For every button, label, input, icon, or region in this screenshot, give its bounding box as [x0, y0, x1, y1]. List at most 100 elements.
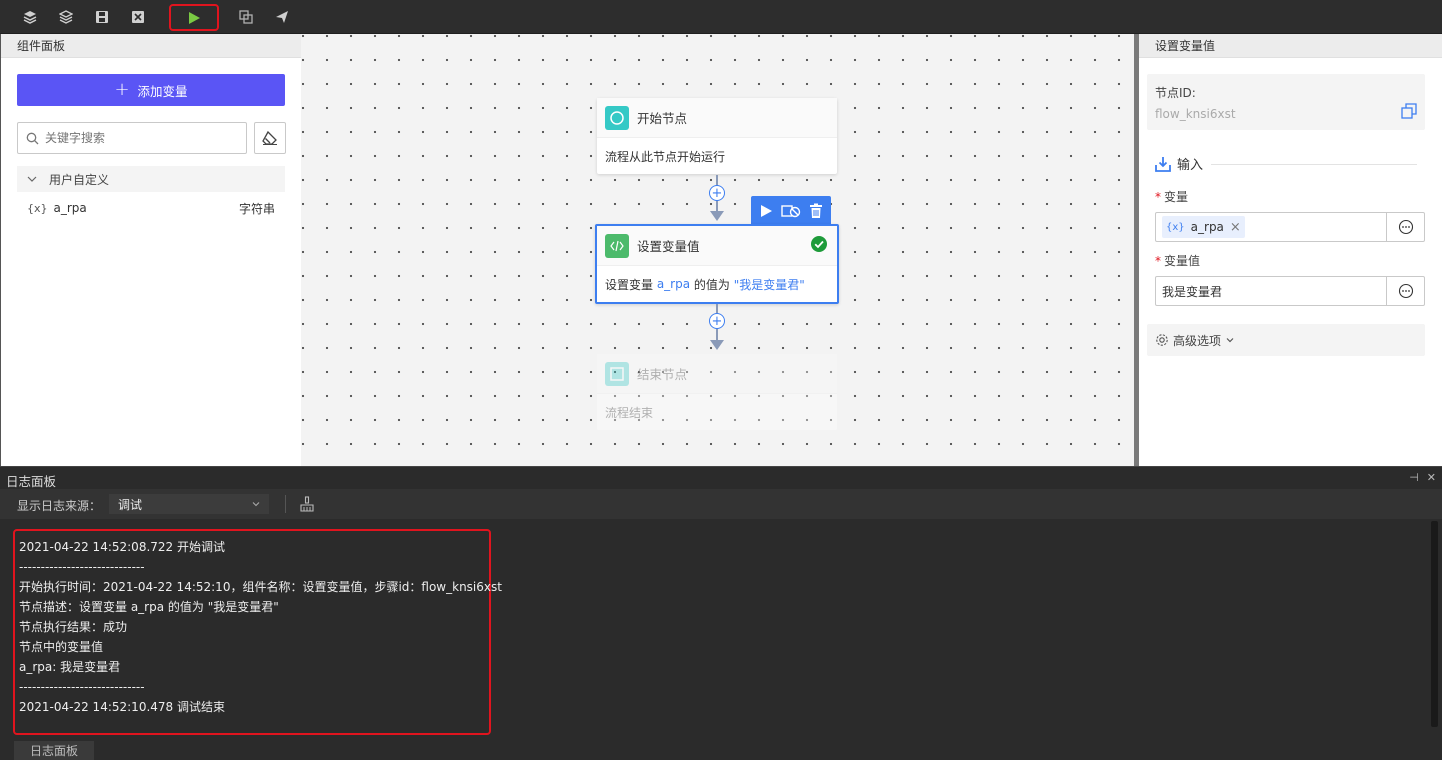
layers-icon[interactable]	[17, 5, 43, 29]
log-toolbar: 显示日志来源： 调试	[0, 489, 1442, 519]
copy-icon[interactable]	[233, 5, 259, 29]
tab-log-panel[interactable]: 日志面板	[14, 741, 95, 760]
log-line: 2021-04-22 14:52:08.722 开始调试	[19, 540, 225, 554]
log-line: 开始执行时间：2021-04-22 14:52:10，组件名称：设置变量值，步骤…	[19, 580, 502, 594]
node-id-box: 节点ID: flow_knsi6xst	[1147, 74, 1425, 130]
value-field-label: * 变量值	[1155, 254, 1201, 268]
close-box-icon[interactable]	[125, 5, 151, 29]
start-node-title: 开始节点	[637, 111, 688, 126]
start-node-description: 流程从此节点开始运行	[605, 149, 726, 164]
log-line: -----------------------------	[19, 560, 145, 574]
search-icon	[26, 132, 39, 144]
run-icon	[189, 11, 200, 24]
search-input[interactable]	[45, 131, 225, 145]
end-node-description: 流程结束	[605, 405, 654, 420]
layers-alt-icon[interactable]	[53, 5, 79, 29]
desc-variable: a_rpa	[656, 277, 691, 291]
pin-icon[interactable]: ⊣	[1409, 471, 1419, 484]
node-id-label: 节点ID:	[1155, 86, 1196, 100]
add-node-plus-icon[interactable]: +	[709, 185, 725, 201]
advanced-options-toggle[interactable]: 高级选项	[1147, 324, 1425, 356]
log-source-select[interactable]: 调试	[109, 494, 269, 514]
end-node-title: 结束节点	[637, 367, 688, 382]
success-check-icon	[811, 236, 827, 255]
desc-middle: 的值为	[690, 277, 734, 292]
log-footer: 日志面板	[0, 741, 1442, 760]
flow-canvas[interactable]: 开始节点 流程从此节点开始运行 + 设置变量值 设置变量 a_rpa 的值为 "…	[301, 34, 1135, 466]
group-label: 用户自定义	[49, 172, 110, 187]
divider	[285, 495, 286, 513]
copy-id-icon[interactable]	[1401, 103, 1417, 122]
add-variable-button[interactable]: + 添加变量	[17, 74, 285, 106]
set-node-title: 设置变量值	[637, 239, 700, 254]
advanced-options-label: 高级选项	[1173, 333, 1222, 348]
desc-value: "我是变量君"	[733, 277, 805, 292]
properties-title: 设置变量值	[1139, 34, 1442, 58]
send-icon[interactable]	[269, 5, 295, 29]
input-section-label: 输入	[1177, 158, 1204, 173]
variable-tag: {x} a_rpa ×	[1162, 216, 1245, 238]
variable-icon: {x}	[1166, 221, 1185, 233]
gear-icon	[1156, 334, 1168, 346]
plus-icon: +	[114, 79, 130, 100]
value-input[interactable]: 我是变量君	[1155, 276, 1425, 306]
save-icon[interactable]	[89, 5, 115, 29]
eraser-icon	[262, 130, 277, 145]
set-variable-node[interactable]: 设置变量值 设置变量 a_rpa 的值为 "我是变量君"	[595, 224, 839, 304]
more-options-button[interactable]	[1386, 213, 1424, 241]
start-node[interactable]: 开始节点 流程从此节点开始运行	[597, 98, 837, 174]
delete-node-icon[interactable]	[809, 203, 823, 219]
log-line: 2021-04-22 14:52:10.478 调试结束	[19, 700, 225, 714]
search-box	[17, 122, 247, 154]
log-panel: 日志面板 ⊣ ✕ 显示日志来源： 调试 2021-04-22 14:52:08.…	[0, 466, 1442, 760]
variable-group-user-defined[interactable]: 用户自定义	[17, 166, 285, 192]
value-text[interactable]: 我是变量君	[1156, 277, 1386, 305]
log-line: 节点执行结果：成功	[19, 620, 128, 634]
variable-select[interactable]: {x} a_rpa ×	[1155, 212, 1425, 242]
desc-prefix: 设置变量	[605, 277, 657, 292]
add-variable-label: 添加变量	[137, 83, 188, 99]
log-highlight-box: 2021-04-22 14:52:08.722 开始调试 -----------…	[13, 529, 502, 735]
variable-tag-label: a_rpa	[1190, 220, 1224, 234]
add-node-plus-icon[interactable]: +	[709, 313, 725, 329]
ellipsis-icon	[1398, 219, 1413, 235]
log-source-value: 调试	[118, 497, 143, 512]
start-node-icon	[605, 105, 629, 130]
divider	[1211, 164, 1417, 165]
close-icon[interactable]: ✕	[1427, 471, 1436, 484]
chevron-down-icon	[252, 502, 260, 507]
properties-panel: 设置变量值 节点ID: flow_knsi6xst 输入 * 变量 {x} a_r…	[1139, 34, 1442, 466]
close-icon[interactable]: ×	[1230, 220, 1241, 235]
component-panel: 组件面板 + 添加变量 用户自定义 {x} a_rpa 字符串	[0, 34, 301, 466]
run-node-icon[interactable]	[759, 204, 773, 218]
clear-button[interactable]	[254, 122, 286, 154]
import-icon	[1155, 156, 1171, 172]
run-button[interactable]	[169, 4, 219, 31]
clear-log-icon[interactable]	[300, 496, 314, 515]
log-line: 节点描述：设置变量 a_rpa 的值为 "我是变量君"	[19, 600, 279, 614]
variable-field-label: * 变量	[1155, 190, 1189, 204]
log-panel-title: 日志面板	[6, 474, 57, 489]
node-action-bar	[751, 196, 831, 225]
variable-icon: {x}	[27, 201, 48, 215]
variable-item-a-rpa[interactable]: {x} a_rpa 字符串	[17, 197, 285, 219]
panel-title: 组件面板	[1, 34, 301, 58]
end-node[interactable]: 结束节点 流程结束	[597, 354, 837, 430]
set-node-description: 设置变量 a_rpa 的值为 "我是变量君"	[597, 266, 837, 302]
log-output: 2021-04-22 14:52:08.722 开始调试 -----------…	[0, 519, 1428, 741]
chevron-down-icon	[27, 176, 37, 182]
log-source-label: 显示日志来源：	[17, 499, 102, 513]
input-section-title: 输入	[1155, 154, 1203, 173]
more-options-button[interactable]	[1386, 277, 1424, 305]
node-id-value: flow_knsi6xst	[1155, 107, 1236, 121]
code-icon	[605, 233, 629, 258]
variable-type: 字符串	[238, 201, 275, 216]
end-node-icon	[605, 361, 629, 386]
main-toolbar	[0, 0, 1442, 34]
disable-node-icon[interactable]	[781, 204, 801, 218]
log-line: -----------------------------	[19, 680, 145, 694]
chevron-down-icon	[1226, 338, 1234, 343]
variable-name: a_rpa	[53, 201, 87, 215]
log-scrollbar[interactable]	[1428, 519, 1442, 741]
arrow-down-icon	[710, 211, 724, 221]
